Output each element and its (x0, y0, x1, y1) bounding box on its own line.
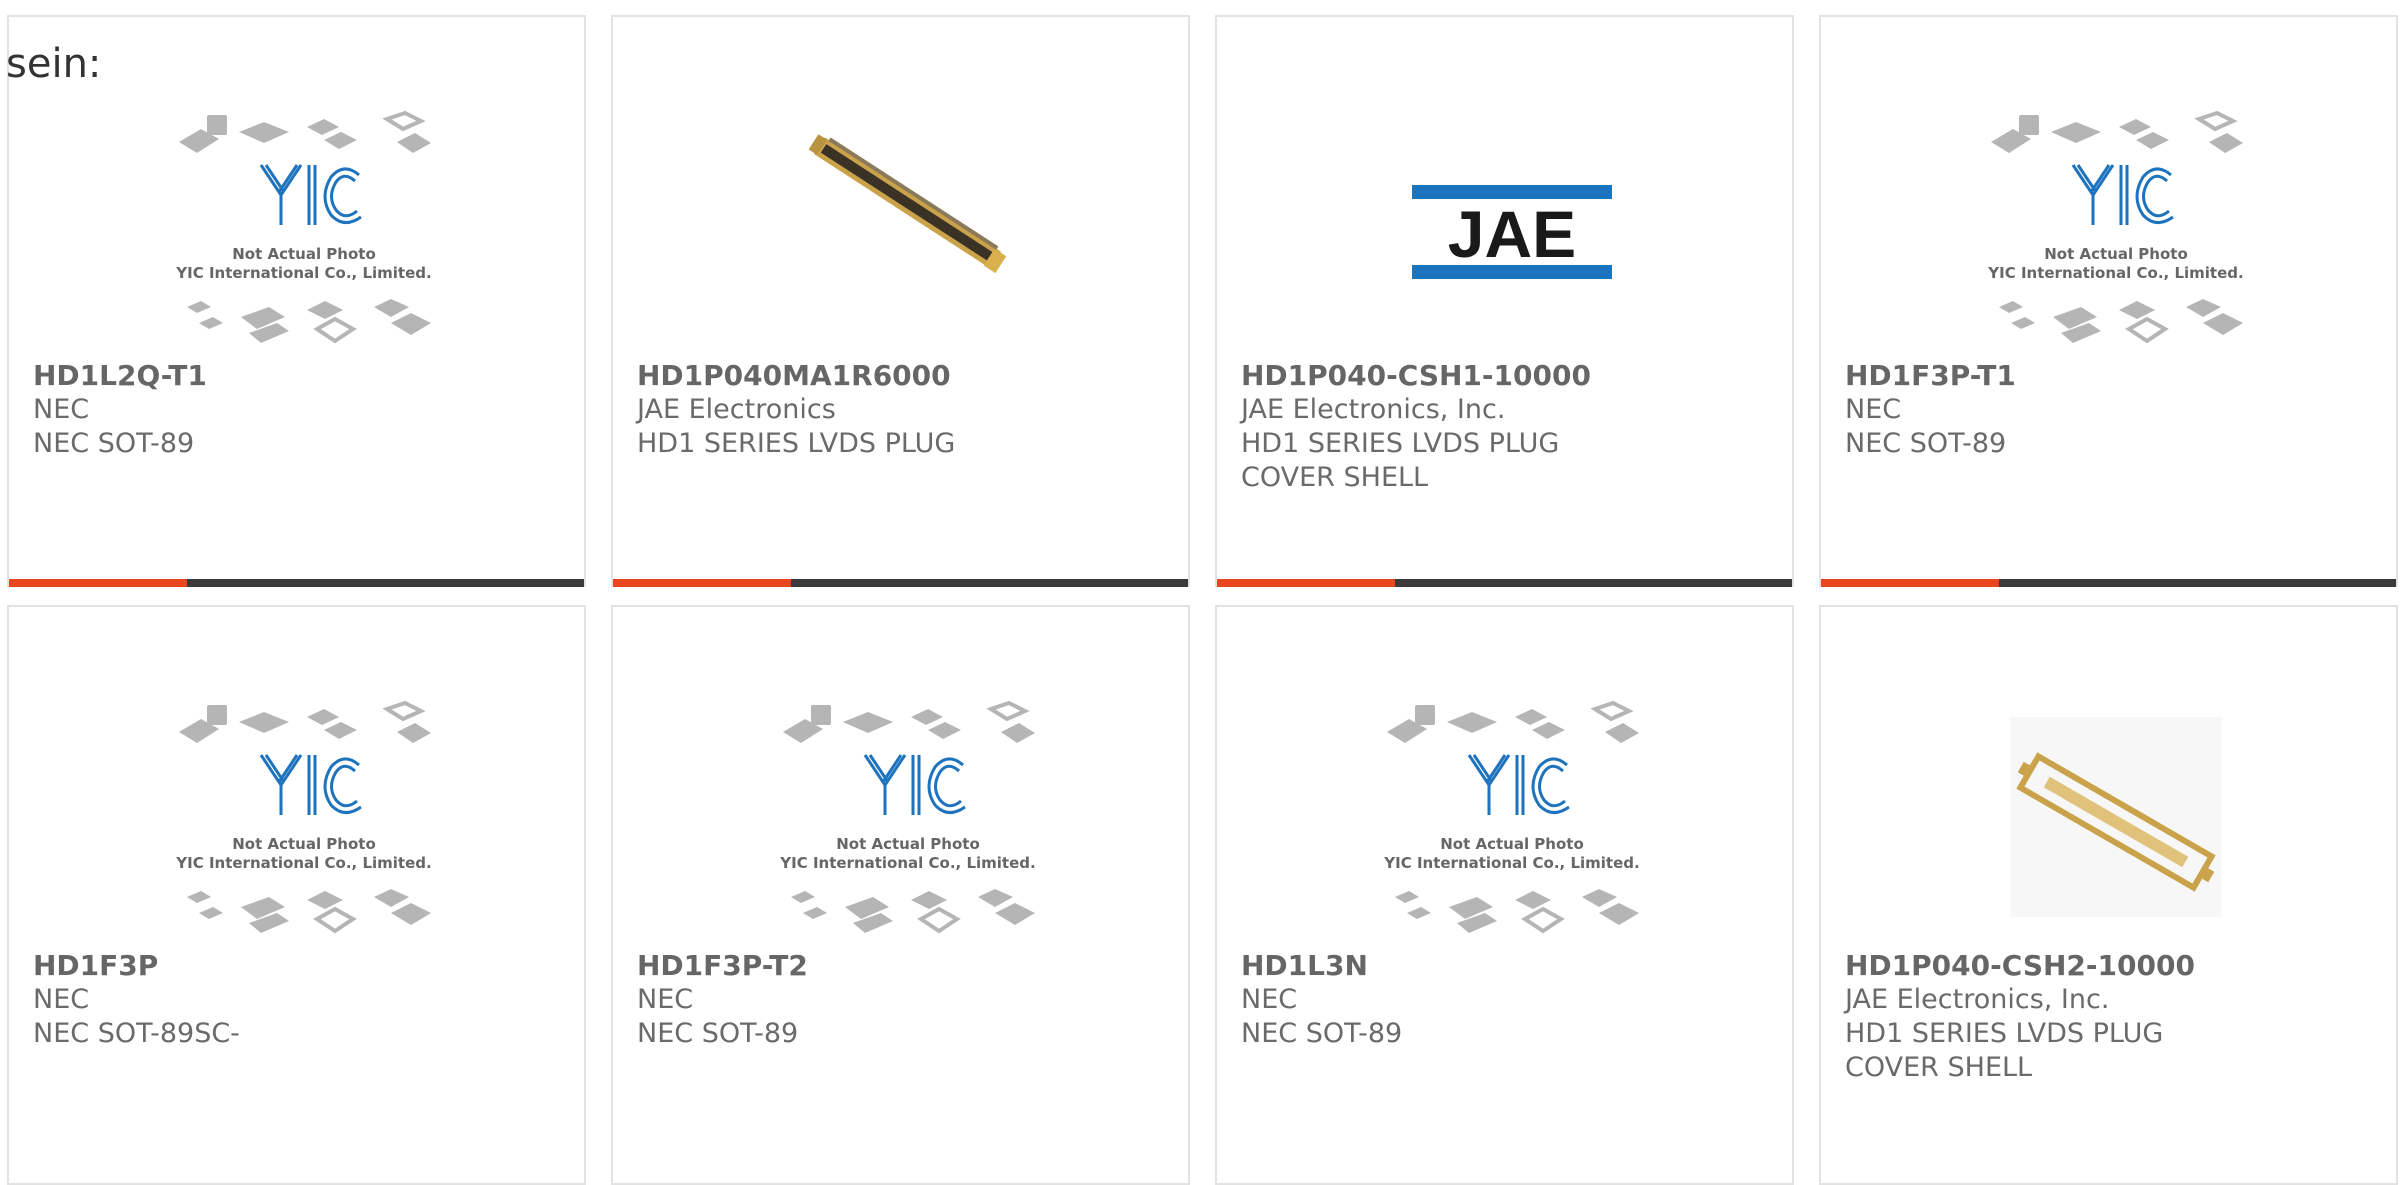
product-card[interactable]: Not Actual Photo YIC International Co., … (611, 605, 1190, 1185)
manufacturer-label: NEC (33, 394, 90, 425)
placeholder-caption-1: Not Actual Photo (836, 835, 980, 853)
manufacturer-label: NEC (33, 984, 90, 1015)
manufacturer-label: JAE Electronics (637, 394, 836, 425)
product-image-placeholder[interactable]: Not Actual Photo YIC International Co., … (169, 107, 439, 357)
product-card[interactable]: Not Actual Photo YIC International Co., … (7, 605, 586, 1185)
part-number-link[interactable]: HD1L2Q-T1 (33, 359, 553, 393)
part-number-link[interactable]: HD1F3P (33, 949, 553, 983)
product-card[interactable]: Not Actual Photo YIC International Co., … (1215, 605, 1794, 1185)
part-number-link[interactable]: HD1F3P-T2 (637, 949, 1157, 983)
placeholder-caption-2: YIC International Co., Limited. (175, 264, 431, 282)
product-card[interactable]: Not Actual Photo YIC International Co., … (7, 15, 586, 587)
description-label: NEC SOT-89 (1845, 428, 2007, 459)
product-card[interactable]: HD1P040-CSH2-10000 JAE Electronics, Inc.… (1819, 605, 2398, 1185)
card-bottom-bar (1821, 579, 2396, 587)
placeholder-caption-1: Not Actual Photo (232, 245, 376, 263)
card-accent-bar (1821, 579, 2000, 587)
placeholder-caption-1: Not Actual Photo (2044, 245, 2188, 263)
placeholder-caption-1: Not Actual Photo (1440, 835, 1584, 853)
intro-text: sein: (6, 41, 102, 87)
description-label: NEC SOT-89 (33, 428, 195, 459)
product-image-placeholder[interactable]: Not Actual Photo YIC International Co., … (1981, 107, 2251, 357)
yic-placeholder-icon: Not Actual Photo YIC International Co., … (1987, 110, 2244, 344)
description-label: NEC SOT-89SC- (33, 1018, 240, 1049)
product-image-jae-logo[interactable]: JAE (1377, 107, 1647, 357)
yic-placeholder-icon: Not Actual Photo YIC International Co., … (175, 700, 432, 934)
part-number-link[interactable]: HD1P040-CSH2-10000 (1845, 949, 2365, 983)
product-grid: Not Actual Photo YIC International Co., … (0, 0, 2400, 1185)
cover-shell-photo-icon (2011, 717, 2221, 917)
description-label: HD1 SERIES LVDS PLUG COVER SHELL (1845, 1018, 2164, 1083)
part-number-link[interactable]: HD1P040-CSH1-10000 (1241, 359, 1761, 393)
jae-logo-icon: JAE (1412, 185, 1612, 279)
product-image-placeholder[interactable]: Not Actual Photo YIC International Co., … (169, 697, 439, 947)
product-card[interactable]: HD1P040MA1R6000 JAE Electronics HD1 SERI… (611, 15, 1190, 587)
placeholder-caption-2: YIC International Co., Limited. (779, 854, 1035, 872)
card-bottom-bar (9, 579, 584, 587)
card-bottom-bar (1217, 579, 1792, 587)
product-image-cover-shell[interactable] (1981, 697, 2251, 947)
card-accent-bar (9, 579, 188, 587)
placeholder-caption-1: Not Actual Photo (232, 835, 376, 853)
part-number-link[interactable]: HD1F3P-T1 (1845, 359, 2365, 393)
card-bottom-bar (613, 579, 1188, 587)
description-label: NEC SOT-89 (1241, 1018, 1403, 1049)
card-accent-bar (1217, 579, 1396, 587)
product-card[interactable]: JAE HD1P040-CSH1-10000 JAE Electronics, … (1215, 15, 1794, 587)
jae-logo-text: JAE (1448, 197, 1576, 271)
card-accent-bar (613, 579, 792, 587)
part-number-link[interactable]: HD1P040MA1R6000 (637, 359, 1157, 393)
yic-placeholder-icon: Not Actual Photo YIC International Co., … (175, 110, 432, 344)
yic-placeholder-icon: Not Actual Photo YIC International Co., … (1383, 700, 1640, 934)
manufacturer-label: NEC (1241, 984, 1298, 1015)
part-number-link[interactable]: HD1L3N (1241, 949, 1761, 983)
product-image-placeholder[interactable]: Not Actual Photo YIC International Co., … (773, 697, 1043, 947)
description-label: HD1 SERIES LVDS PLUG COVER SHELL (1241, 428, 1560, 493)
product-image-connector[interactable] (773, 107, 1043, 357)
placeholder-caption-2: YIC International Co., Limited. (175, 854, 431, 872)
product-card[interactable]: Not Actual Photo YIC International Co., … (1819, 15, 2398, 587)
connector-photo-icon (808, 134, 1007, 274)
yic-placeholder-icon: Not Actual Photo YIC International Co., … (779, 700, 1036, 934)
description-label: NEC SOT-89 (637, 1018, 799, 1049)
manufacturer-label: NEC (637, 984, 694, 1015)
description-label: HD1 SERIES LVDS PLUG (637, 428, 956, 459)
manufacturer-label: NEC (1845, 394, 1902, 425)
product-image-placeholder[interactable]: Not Actual Photo YIC International Co., … (1377, 697, 1647, 947)
manufacturer-label: JAE Electronics, Inc. (1241, 394, 1506, 425)
manufacturer-label: JAE Electronics, Inc. (1845, 984, 2110, 1015)
placeholder-caption-2: YIC International Co., Limited. (1383, 854, 1639, 872)
placeholder-caption-2: YIC International Co., Limited. (1987, 264, 2243, 282)
